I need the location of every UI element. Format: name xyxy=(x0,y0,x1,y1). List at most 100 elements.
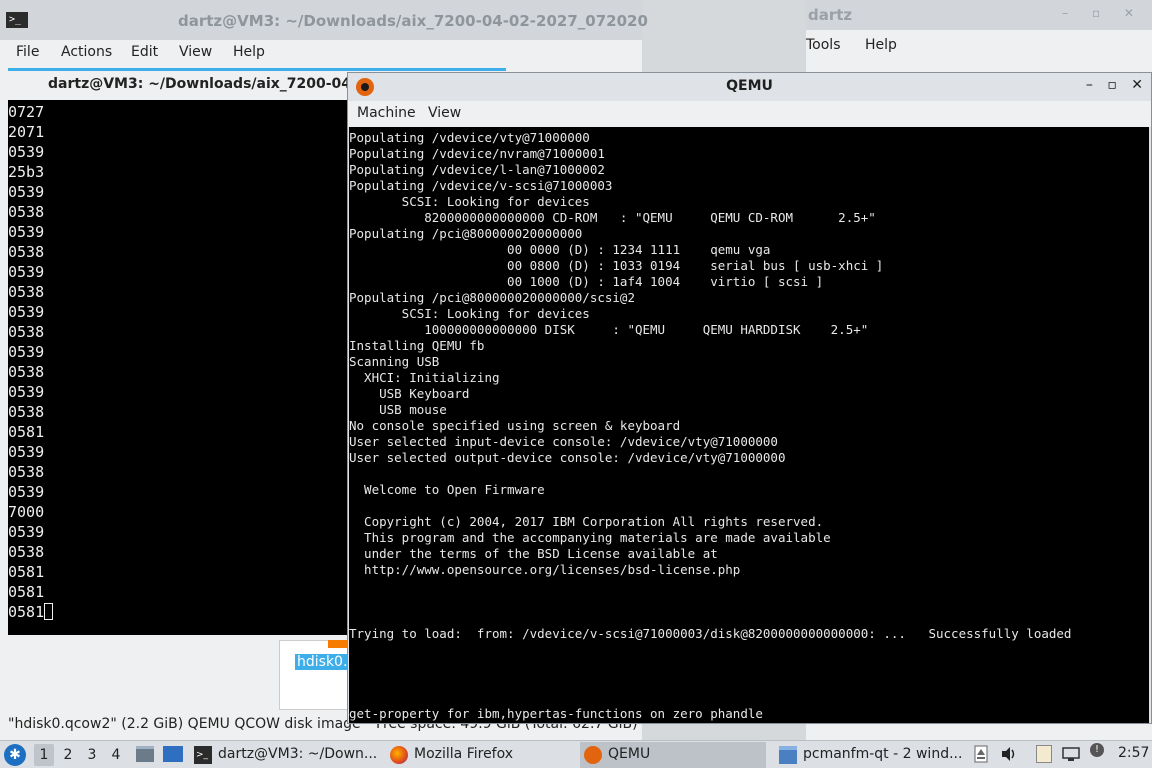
status-selection: "hdisk0.qcow2" (2.2 GiB) QEMU QCOW disk … xyxy=(8,716,361,732)
console-line: USB Keyboard xyxy=(349,386,470,401)
console-line: Populating /vdevice/v-scsi@71000003 xyxy=(349,178,613,193)
workspace-4[interactable]: 4 xyxy=(106,744,126,766)
console-line: USB mouse xyxy=(349,402,447,417)
file-manager-menubar: Tools Help xyxy=(806,30,1152,60)
folder-icon xyxy=(779,746,797,764)
qemu-menubar: Machine View xyxy=(348,101,1151,127)
task-qemu[interactable]: QEMU xyxy=(580,742,766,768)
terminal-line: 0581 xyxy=(8,602,348,622)
terminal-line: 2071 xyxy=(8,123,45,141)
menu-machine[interactable]: Machine xyxy=(357,105,416,121)
workspace-2[interactable]: 2 xyxy=(58,744,78,766)
terminal-line: 0538 xyxy=(8,243,45,261)
close-button[interactable]: ✕ xyxy=(1131,77,1143,93)
terminal-line: 0538 xyxy=(8,323,45,341)
terminal-menubar: File Actions Edit View Help xyxy=(0,40,642,66)
file-manager-title: dartz xyxy=(808,6,853,24)
console-line: 00 0800 (D) : 1033 0194 serial bus [ usb… xyxy=(349,258,884,273)
terminal-line: 0538 xyxy=(8,543,45,561)
terminal-line: 0727 xyxy=(8,103,45,121)
clock[interactable]: 2:57 xyxy=(1118,745,1149,761)
terminal-line: 0539 xyxy=(8,343,45,361)
terminal-line: 0539 xyxy=(8,523,45,541)
qemu-title: QEMU xyxy=(726,78,773,94)
menu-view[interactable]: View xyxy=(179,44,212,60)
workspace-3[interactable]: 3 xyxy=(82,744,102,766)
console-line: User selected input-device console: /vde… xyxy=(349,434,778,449)
console-line: Populating /vdevice/nvram@71000001 xyxy=(349,146,605,161)
file-manager-launcher-icon[interactable] xyxy=(136,746,154,762)
qemu-window: QEMU – ▫ ✕ Machine View Populating /vdev… xyxy=(347,72,1152,724)
console-line: Populating /vdevice/l-lan@71000002 xyxy=(349,162,605,177)
terminal-lines: 0727 2071 0539 25b3 0539 0538 0539 0538 0539 0538… xyxy=(8,102,348,622)
terminal-line: 0539 xyxy=(8,183,45,201)
volume-icon[interactable] xyxy=(1000,745,1018,763)
terminal-title: dartz@VM3: ~/Downloads/aix_7200-04-02-20… xyxy=(178,12,648,30)
menu-help[interactable]: Help xyxy=(865,37,897,53)
menu-edit[interactable]: Edit xyxy=(131,44,158,60)
console-line: User selected output-device console: /vd… xyxy=(349,450,786,465)
clipboard-icon[interactable] xyxy=(1036,745,1052,763)
file-name-label[interactable]: hdisk0.qcow2 xyxy=(295,654,347,670)
console-line: Populating /vdevice/vty@71000000 xyxy=(349,130,590,145)
terminal-line: 0538 xyxy=(8,463,45,481)
task-terminal[interactable]: >_ dartz@VM3: ~/Down... xyxy=(190,742,377,768)
console-line: under the terms of the BSD License avail… xyxy=(349,546,718,561)
console-line: Trying to load: from: /vdevice/v-scsi@71… xyxy=(349,626,1072,641)
console-line: SCSI: Looking for devices xyxy=(349,194,590,209)
terminal-line: 0538 xyxy=(8,363,45,381)
qemu-titlebar[interactable]: QEMU – ▫ ✕ xyxy=(348,73,1151,101)
notification-icon[interactable]: ! xyxy=(1090,743,1104,757)
maximize-button[interactable]: ▫ xyxy=(1107,77,1117,93)
terminal-line: 0581 xyxy=(8,563,45,581)
terminal-icon: >_ xyxy=(194,746,212,764)
menu-tools[interactable]: Tools xyxy=(806,37,841,53)
qemu-console[interactable]: Populating /vdevice/vty@71000000 Populati… xyxy=(349,127,1149,723)
console-line: 100000000000000 DISK : "QEMU QEMU HARDDI… xyxy=(349,322,869,337)
eject-icon[interactable] xyxy=(974,745,988,763)
qemu-window-controls: – ▫ ✕ xyxy=(1076,77,1143,93)
console-line: http://www.opensource.org/licenses/bsd-l… xyxy=(349,562,741,577)
start-menu-icon[interactable]: ✱ xyxy=(4,744,26,766)
terminal-output[interactable]: 0727 2071 0539 25b3 0539 0538 0539 0538 0539 0538… xyxy=(8,100,348,635)
terminal-line: 0538 xyxy=(8,203,45,221)
menu-view[interactable]: View xyxy=(428,105,461,121)
terminal-line: 7000 xyxy=(8,503,45,521)
qemu-console-lines: Populating /vdevice/vty@71000000 Populati… xyxy=(349,130,1149,722)
terminal-line: 0539 xyxy=(8,383,45,401)
console-line: Populating /pci@800000020000000 xyxy=(349,226,583,241)
terminal-line: 0539 xyxy=(8,303,45,321)
terminal-titlebar[interactable]: >_ dartz@VM3: ~/Downloads/aix_7200-04-02… xyxy=(0,0,648,40)
console-line: Installing QEMU fb xyxy=(349,338,485,353)
terminal-line: 0538 xyxy=(8,283,45,301)
menu-actions[interactable]: Actions xyxy=(61,44,112,60)
terminal-line: 0539 xyxy=(8,443,45,461)
task-file-manager[interactable]: pcmanfm-qt - 2 wind... xyxy=(775,742,965,768)
network-icon[interactable] xyxy=(1062,745,1080,763)
menu-help[interactable]: Help xyxy=(233,44,265,60)
terminal-line: 25b3 xyxy=(8,163,45,181)
terminal-line: 0539 xyxy=(8,143,45,161)
file-icon-strip xyxy=(328,640,348,648)
console-line: No console specified using screen & keyb… xyxy=(349,418,681,433)
workspace-1[interactable]: 1 xyxy=(34,744,54,766)
file-icon-thumbnail[interactable] xyxy=(279,640,349,710)
terminal-line: 0539 xyxy=(8,263,45,281)
text-cursor xyxy=(44,603,54,620)
file-manager-window-controls[interactable]: – ▫ ✕ xyxy=(1062,6,1144,20)
show-desktop-icon[interactable] xyxy=(163,746,183,762)
minimize-button[interactable]: – xyxy=(1086,77,1093,93)
task-firefox[interactable]: Mozilla Firefox xyxy=(386,742,568,768)
menu-file[interactable]: File xyxy=(16,44,39,60)
terminal-line: 0539 xyxy=(8,223,45,241)
console-line: 00 0000 (D) : 1234 1111 qemu vga xyxy=(349,242,771,257)
console-line: This program and the accompanying materi… xyxy=(349,530,831,545)
console-line: Populating /pci@800000020000000/scsi@2 xyxy=(349,290,635,305)
